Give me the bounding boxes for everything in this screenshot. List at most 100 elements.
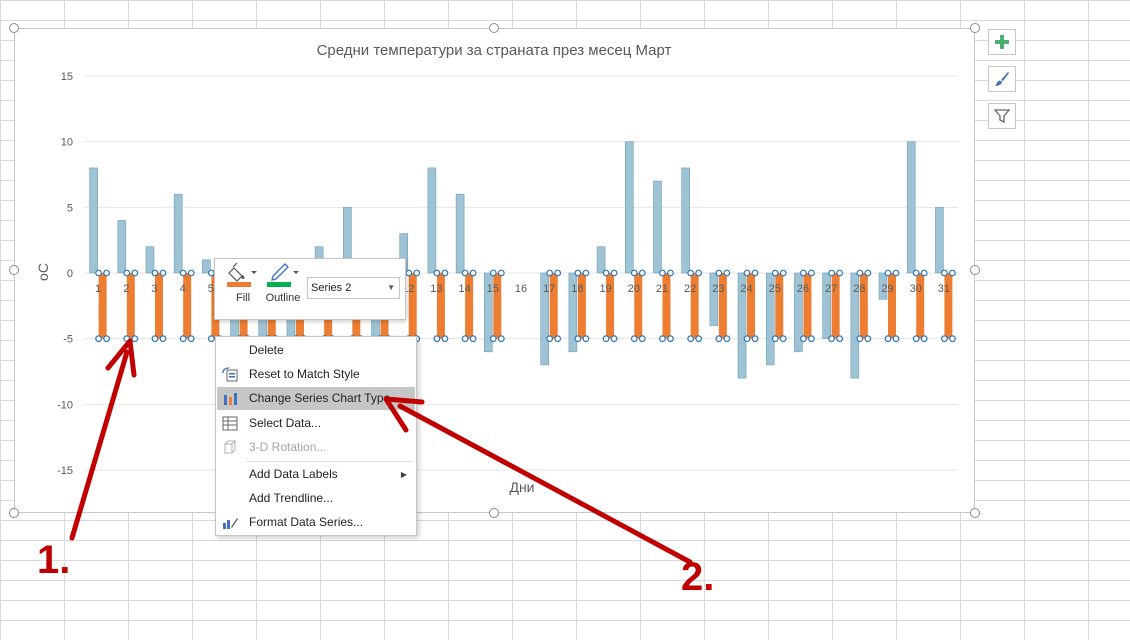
selection-marker[interactable] xyxy=(489,335,497,343)
menu-item-delete[interactable]: Delete xyxy=(217,339,415,362)
menu-item-select-data[interactable]: Select Data... xyxy=(217,412,415,435)
selection-marker[interactable] xyxy=(159,335,167,343)
selection-marker[interactable] xyxy=(497,269,505,277)
selection-marker[interactable] xyxy=(123,269,131,277)
selection-marker[interactable] xyxy=(949,269,956,277)
selection-marker[interactable] xyxy=(884,335,892,343)
selection-marker[interactable] xyxy=(779,269,787,277)
selection-marker[interactable] xyxy=(151,269,159,277)
selection-marker[interactable] xyxy=(828,335,836,343)
bar-series-1[interactable] xyxy=(709,272,719,326)
selection-marker[interactable] xyxy=(103,335,110,343)
selection-marker[interactable] xyxy=(751,269,759,277)
selection-marker[interactable] xyxy=(779,335,787,343)
selection-marker[interactable] xyxy=(800,269,807,277)
selection-marker[interactable] xyxy=(187,269,195,277)
selection-marker[interactable] xyxy=(554,269,562,277)
selection-marker[interactable] xyxy=(808,269,815,277)
selection-marker[interactable] xyxy=(884,269,892,277)
selection-marker[interactable] xyxy=(433,269,441,277)
selection-marker[interactable] xyxy=(949,335,956,343)
selection-marker[interactable] xyxy=(800,335,807,343)
selection-marker[interactable] xyxy=(461,269,469,277)
selection-marker[interactable] xyxy=(413,269,421,277)
selection-marker[interactable] xyxy=(659,269,666,277)
selection-marker[interactable] xyxy=(723,269,731,277)
selection-marker[interactable] xyxy=(433,335,441,343)
selection-marker[interactable] xyxy=(610,269,618,277)
selection-marker[interactable] xyxy=(743,269,751,277)
selection-marker[interactable] xyxy=(630,269,638,277)
selection-marker[interactable] xyxy=(602,335,610,343)
selection-marker[interactable] xyxy=(95,269,102,277)
selection-marker[interactable] xyxy=(187,335,195,343)
chart-title[interactable]: Средни температури за страната през месе… xyxy=(317,42,672,59)
selection-marker[interactable] xyxy=(864,335,872,343)
selection-marker[interactable] xyxy=(892,269,900,277)
bar-series-1[interactable] xyxy=(935,207,944,274)
menu-item-3d-rotation[interactable]: 3-D Rotation... xyxy=(217,436,415,459)
resize-handle-tc[interactable] xyxy=(489,23,499,33)
selection-marker[interactable] xyxy=(659,335,666,343)
selection-marker[interactable] xyxy=(131,335,139,343)
resize-handle-br[interactable] xyxy=(970,508,980,518)
menu-item-change-series-chart-type[interactable]: Change Series Chart Type... xyxy=(217,387,415,410)
bar-series-1[interactable] xyxy=(681,167,690,274)
x-axis-title[interactable]: Дни xyxy=(509,479,534,495)
y-axis-title[interactable]: oC xyxy=(35,263,51,281)
selection-marker[interactable] xyxy=(179,335,187,343)
fill-button[interactable]: Fill xyxy=(223,262,263,304)
selection-marker[interactable] xyxy=(497,335,505,343)
chart-styles-button[interactable] xyxy=(988,66,1016,92)
selection-marker[interactable] xyxy=(912,269,920,277)
selection-marker[interactable] xyxy=(743,335,751,343)
selection-marker[interactable] xyxy=(95,335,102,343)
selection-marker[interactable] xyxy=(638,269,646,277)
menu-item-reset-to-match-style[interactable]: Reset to Match Style xyxy=(217,363,415,386)
selection-marker[interactable] xyxy=(405,269,413,277)
chart-filters-button[interactable] xyxy=(988,103,1016,129)
selection-marker[interactable] xyxy=(808,335,815,343)
selection-marker[interactable] xyxy=(131,269,139,277)
selection-marker[interactable] xyxy=(546,335,554,343)
selection-marker[interactable] xyxy=(751,335,759,343)
bar-series-1[interactable] xyxy=(117,220,127,274)
selection-marker[interactable] xyxy=(941,269,948,277)
selection-marker[interactable] xyxy=(469,335,477,343)
selection-marker[interactable] xyxy=(638,335,646,343)
selection-marker[interactable] xyxy=(630,335,638,343)
selection-marker[interactable] xyxy=(687,269,695,277)
selection-marker[interactable] xyxy=(103,269,110,277)
selection-marker[interactable] xyxy=(836,335,844,343)
selection-marker[interactable] xyxy=(920,335,928,343)
selection-marker[interactable] xyxy=(723,335,731,343)
selection-marker[interactable] xyxy=(574,269,582,277)
selection-marker[interactable] xyxy=(610,335,618,343)
selection-marker[interactable] xyxy=(441,269,449,277)
selection-marker[interactable] xyxy=(856,269,864,277)
selection-marker[interactable] xyxy=(151,335,159,343)
menu-item-add-data-labels[interactable]: Add Data Labels ▶ xyxy=(217,463,415,486)
selection-marker[interactable] xyxy=(771,335,779,343)
selection-marker[interactable] xyxy=(715,335,723,343)
selection-marker[interactable] xyxy=(920,269,928,277)
selection-marker[interactable] xyxy=(941,335,948,343)
selection-marker[interactable] xyxy=(582,269,590,277)
resize-handle-bl[interactable] xyxy=(9,508,19,518)
selection-marker[interactable] xyxy=(856,335,864,343)
selection-marker[interactable] xyxy=(695,335,703,343)
resize-handle-mr[interactable] xyxy=(970,265,980,275)
selection-marker[interactable] xyxy=(602,269,610,277)
selection-marker[interactable] xyxy=(667,269,674,277)
bar-series-1[interactable] xyxy=(906,141,916,274)
bar-series-1[interactable] xyxy=(596,246,606,274)
menu-item-format-data-series[interactable]: Format Data Series... xyxy=(217,511,415,534)
selection-marker[interactable] xyxy=(667,335,674,343)
resize-handle-tl[interactable] xyxy=(9,23,19,33)
selection-marker[interactable] xyxy=(892,335,900,343)
bar-series-1[interactable] xyxy=(145,246,155,274)
selection-marker[interactable] xyxy=(554,335,562,343)
bar-series-1[interactable] xyxy=(89,167,98,274)
bar-series-1[interactable] xyxy=(173,193,183,274)
selection-marker[interactable] xyxy=(207,335,215,343)
